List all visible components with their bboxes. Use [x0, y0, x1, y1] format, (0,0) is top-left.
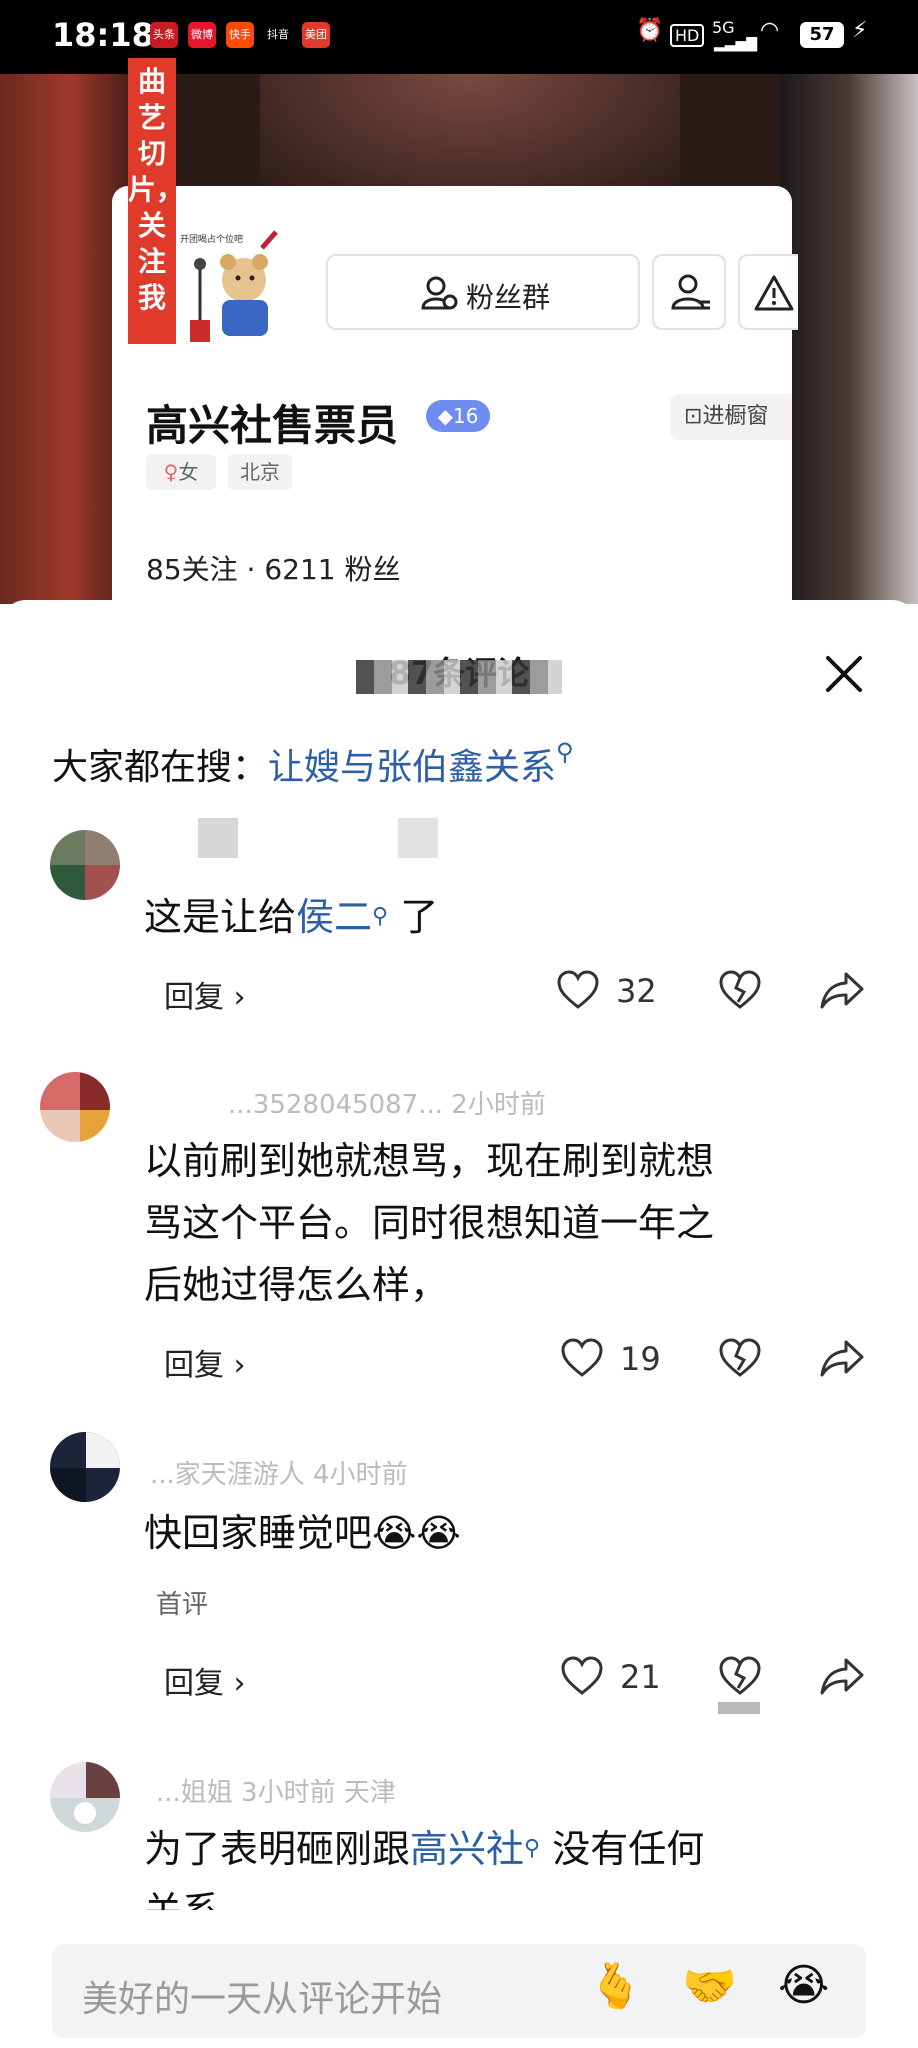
wifi-icon: ◠	[760, 18, 780, 43]
warning-icon	[754, 275, 794, 311]
title-blur-overlay	[356, 660, 562, 694]
comment-meta: ...家天涯游人 4小时前	[150, 1460, 408, 1490]
shop-window-button[interactable]: ⊡进橱窗	[670, 394, 792, 440]
comment-meta: ...3528045087... 2小时前	[228, 1090, 546, 1120]
trending-search-prefix: 大家都在搜：	[52, 747, 269, 788]
like-icon[interactable]	[556, 970, 600, 1010]
location-tag: 北京	[228, 454, 292, 490]
like-count: 21	[620, 1658, 661, 1696]
chevron-right-icon: ›	[233, 1666, 246, 1701]
comment-text: 这是让给侯二⚲ 了	[144, 886, 438, 948]
trending-search-link[interactable]: 让嫂与张伯鑫关系	[268, 747, 556, 788]
like-count: 32	[616, 972, 657, 1010]
like-count: 19	[620, 1340, 661, 1378]
reply-label: 回复	[164, 1666, 224, 1701]
comment-text-part: 为了表明砸刚跟	[144, 1827, 411, 1871]
app-icon-kuaishou: 快手	[226, 22, 254, 48]
comment-line: 后她过得怎么样，	[144, 1263, 449, 1307]
search-icon: ⚲	[524, 1836, 541, 1861]
reply-label: 回复	[164, 980, 224, 1015]
video-blur-right	[780, 74, 918, 604]
comment-link[interactable]: 侯二	[296, 895, 372, 939]
close-icon	[826, 656, 862, 692]
reply-label: 回复	[164, 1348, 224, 1383]
comment-text-part: 了	[388, 895, 439, 939]
comment-text: 快回家睡觉吧😭😭	[144, 1502, 461, 1564]
comment-meta: ...姐姐 3小时前 天津	[156, 1778, 396, 1808]
first-comment-badge: 首评	[156, 1590, 209, 1620]
username-blur	[398, 818, 438, 858]
handshake-emoji-button[interactable]: 🤝	[682, 1960, 737, 2012]
crying-emoji-icon: 😭😭	[372, 1511, 461, 1555]
report-button[interactable]	[738, 254, 798, 330]
user-icon	[671, 274, 710, 310]
share-icon[interactable]	[820, 970, 864, 1010]
reply-button[interactable]: 回复 ›	[164, 972, 246, 1016]
comment-text: 为了表明砸刚跟高兴社⚲ 没有任何 关系	[144, 1818, 884, 1910]
reply-button[interactable]: 回复 ›	[164, 1658, 246, 1702]
app-icon-toutiao: 头条	[150, 22, 178, 48]
battery-level: 57	[800, 22, 844, 48]
hd-icon: HD	[670, 24, 705, 47]
trending-search-row: 大家都在搜：让嫂与张伯鑫关系⚲	[52, 738, 574, 790]
signal-icon: ▂▃▅▇	[714, 36, 758, 52]
shop-icon: ⊡	[684, 404, 703, 429]
comment-avatar[interactable]	[50, 830, 120, 900]
profile-avatar[interactable]: 开团喝占个位吧	[176, 228, 288, 348]
comment-avatar[interactable]	[50, 1432, 120, 1502]
alarm-icon: ⏰	[636, 18, 664, 43]
network-label: 5G	[712, 18, 735, 37]
app-icon-weibo: 微博	[188, 22, 216, 48]
profile-name: 高兴社售票员	[146, 401, 399, 450]
close-button[interactable]	[820, 650, 868, 698]
fan-group-label: 粉丝群	[466, 281, 551, 314]
like-icon[interactable]	[560, 1656, 604, 1696]
comment-line: 骂这个平台。同时很想知道一年之	[144, 1201, 715, 1245]
share-icon[interactable]	[820, 1338, 864, 1378]
comment-avatar[interactable]	[50, 1762, 120, 1832]
reply-button[interactable]: 回复 ›	[164, 1340, 246, 1384]
chevron-right-icon: ›	[233, 1348, 246, 1383]
level-value: 16	[452, 404, 479, 428]
dislike-icon[interactable]	[718, 1338, 762, 1378]
chevron-right-icon: ›	[233, 980, 246, 1015]
charging-icon: ⚡	[852, 18, 868, 43]
fan-group-button[interactable]: 粉丝群	[326, 254, 640, 330]
status-time: 18:18	[52, 16, 154, 54]
app-icon-meituan: 美团	[302, 22, 330, 48]
share-icon[interactable]	[820, 1656, 864, 1696]
gender-tag: ♀女	[146, 454, 216, 490]
crying-emoji-button[interactable]: 😭	[778, 1960, 829, 2011]
female-icon: ♀	[163, 460, 179, 484]
comment-text-part: 快回家睡觉吧	[144, 1511, 373, 1555]
dislike-blur	[718, 1702, 760, 1714]
svg-text:开团喝占个位吧: 开团喝占个位吧	[180, 233, 243, 245]
video-face	[260, 74, 680, 194]
comment-line: 以前刷到她就想骂，现在刷到就想	[144, 1139, 715, 1183]
like-icon[interactable]	[560, 1338, 604, 1378]
username-blur	[198, 818, 238, 858]
search-icon: ⚲	[372, 904, 389, 929]
comment-text-part: 没有任何	[540, 1827, 705, 1871]
comment-avatar[interactable]	[40, 1072, 110, 1142]
app-icon-douyin: 抖音	[264, 22, 292, 48]
comment-input-placeholder[interactable]: 美好的一天从评论开始	[82, 1970, 442, 2022]
comment-text: 以前刷到她就想骂，现在刷到就想 骂这个平台。同时很想知道一年之 后她过得怎么样，	[144, 1130, 714, 1316]
search-icon: ⚲	[556, 738, 574, 766]
follow-user-button[interactable]	[652, 254, 726, 330]
comment-line: 关系	[144, 1880, 884, 1910]
fan-group-icon	[421, 276, 458, 310]
shop-label: 进橱窗	[702, 404, 769, 429]
promo-banner: 曲艺切片，关注我	[128, 58, 184, 344]
gender-label: 女	[178, 460, 199, 484]
follow-stats: 85关注 · 6211 粉丝	[146, 553, 401, 586]
dislike-icon[interactable]	[718, 970, 762, 1010]
dislike-icon[interactable]	[718, 1656, 762, 1696]
level-badge: ◆16	[426, 400, 490, 432]
comment-link[interactable]: 高兴社	[410, 1827, 524, 1871]
finger-heart-emoji-button[interactable]: 🫰	[588, 1960, 643, 2012]
comment-text-part: 这是让给	[144, 895, 297, 939]
